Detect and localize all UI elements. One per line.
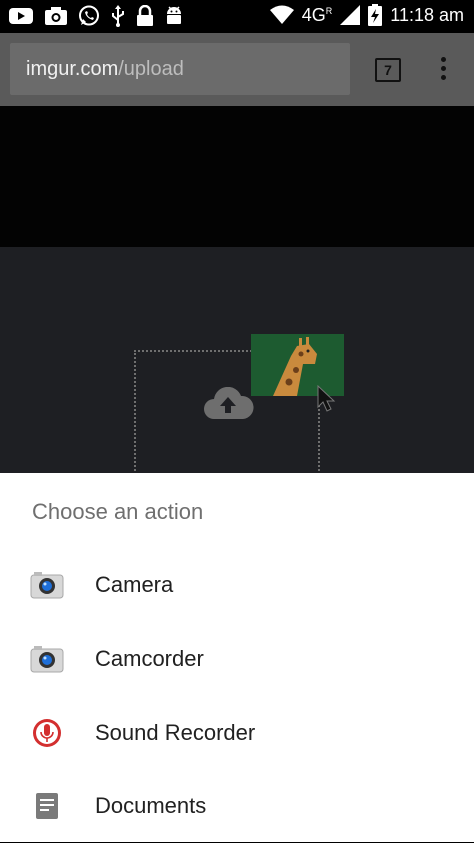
action-documents[interactable]: Documents bbox=[0, 769, 474, 843]
battery-charging-icon bbox=[368, 4, 383, 26]
url-path: /upload bbox=[118, 57, 184, 80]
action-label: Documents bbox=[95, 793, 207, 818]
action-sound-recorder[interactable]: Sound Recorder bbox=[0, 696, 474, 770]
lock-icon bbox=[137, 5, 153, 26]
microphone-icon bbox=[33, 719, 61, 747]
system-icons: 4GR 11:18 am bbox=[269, 4, 464, 26]
mouse-pointer-icon bbox=[317, 385, 336, 412]
url-host: imgur.com bbox=[26, 57, 119, 80]
action-label: Sound Recorder bbox=[95, 720, 256, 745]
action-camera[interactable]: Camera bbox=[0, 548, 474, 622]
signal-icon bbox=[340, 5, 361, 25]
youtube-icon bbox=[9, 8, 33, 24]
action-label: Camcorder bbox=[95, 646, 204, 671]
action-camcorder[interactable]: Camcorder bbox=[0, 622, 474, 696]
camcorder-app-icon bbox=[30, 646, 64, 673]
sheet-title: Choose an action bbox=[32, 499, 204, 524]
roaming-marker: R bbox=[325, 5, 333, 16]
clock: 11:18 am bbox=[390, 4, 464, 25]
usb-icon bbox=[112, 5, 124, 27]
upload-area bbox=[0, 247, 474, 490]
page-header-area bbox=[0, 106, 474, 247]
tab-switcher-button[interactable]: 7 bbox=[375, 58, 401, 82]
notification-icons bbox=[8, 5, 184, 27]
documents-icon bbox=[36, 793, 58, 819]
camera-app-icon bbox=[30, 572, 64, 599]
action-chooser-sheet: Choose an action Camera Camcorder Sound … bbox=[0, 473, 474, 842]
action-label: Camera bbox=[95, 572, 174, 597]
network-type-label: 4GR bbox=[301, 4, 333, 25]
whatsapp-icon bbox=[79, 5, 99, 26]
address-bar[interactable]: imgur.com/upload bbox=[10, 43, 350, 95]
browser-toolbar: imgur.com/upload 7 bbox=[0, 33, 474, 106]
camera-icon bbox=[45, 7, 67, 25]
android-icon bbox=[167, 6, 181, 24]
wifi-icon bbox=[269, 5, 294, 24]
cloud-upload-icon bbox=[204, 387, 254, 419]
overflow-menu-icon[interactable] bbox=[437, 57, 449, 83]
status-bar: 4GR 11:18 am bbox=[0, 0, 474, 33]
